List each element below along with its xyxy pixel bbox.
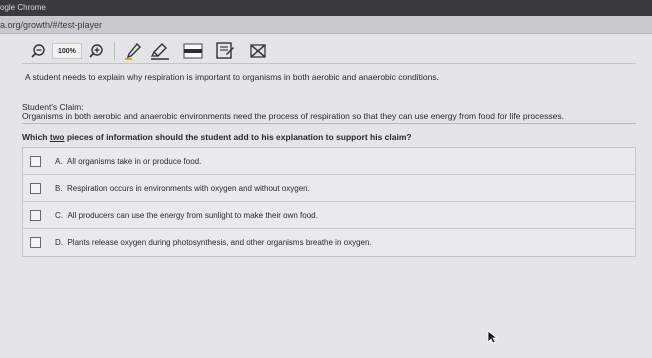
- prompt-emphasis: two: [49, 132, 65, 142]
- test-toolbar: 100%: [22, 38, 636, 64]
- option-b-text: B. Respiration occurs in environments wi…: [55, 184, 310, 193]
- option-c-letter: C.: [55, 210, 63, 220]
- mouse-cursor-icon: [487, 330, 499, 344]
- answer-eliminator-icon: [250, 44, 266, 58]
- answer-eliminator-button[interactable]: [249, 41, 267, 61]
- line-reader-button[interactable]: [183, 41, 203, 61]
- pencil-icon: [124, 42, 141, 60]
- toolbar-divider-line: [22, 63, 636, 64]
- url-text[interactable]: a.org/growth/#/test-player: [0, 20, 102, 30]
- option-d-text: D. Plants release oxygen during photosyn…: [55, 238, 372, 247]
- prompt-text-end: pieces of information should the student…: [64, 132, 412, 142]
- notepad-icon: [216, 42, 234, 59]
- pencil-button[interactable]: [123, 41, 143, 61]
- answer-option-b[interactable]: B. Respiration occurs in environments wi…: [23, 175, 635, 202]
- line-reader-icon: [183, 43, 203, 59]
- checkbox-b[interactable]: [30, 182, 41, 194]
- notepad-button[interactable]: [215, 41, 235, 61]
- zoom-out-icon: [31, 44, 45, 58]
- option-a-text: A. All organisms take in or produce food…: [55, 157, 201, 166]
- option-a-label: All organisms take in or produce food.: [67, 156, 202, 166]
- highlighter-icon: [150, 43, 169, 60]
- option-d-label: Plants release oxygen during photosynthe…: [67, 238, 372, 247]
- checkbox-c[interactable]: [30, 209, 41, 221]
- address-bar[interactable]: a.org/growth/#/test-player: [0, 16, 652, 34]
- question-prompt: Which two pieces of information should t…: [22, 132, 412, 142]
- toolbar-divider: [113, 42, 115, 60]
- option-c-label: All producers can use the energy from su…: [67, 210, 318, 220]
- answer-option-c[interactable]: C. All producers can use the energy from…: [23, 202, 635, 229]
- answer-option-d[interactable]: D. Plants release oxygen during photosyn…: [23, 229, 635, 256]
- zoom-out-button[interactable]: [30, 41, 46, 61]
- zoom-in-icon: [89, 44, 103, 58]
- claim-divider: [22, 123, 636, 124]
- window-title: ogle Chrome: [0, 3, 46, 12]
- option-c-text: C. All producers can use the energy from…: [55, 211, 318, 220]
- answer-options: A. All organisms take in or produce food…: [22, 147, 636, 257]
- highlighter-button[interactable]: [149, 41, 171, 61]
- question-stem: A student needs to explain why respirati…: [25, 72, 439, 82]
- prompt-text-start: Which: [22, 132, 50, 142]
- option-a-letter: A.: [55, 156, 63, 166]
- option-d-letter: D.: [55, 238, 63, 247]
- answer-option-a[interactable]: A. All organisms take in or produce food…: [23, 148, 635, 175]
- test-player: 100% A student needs to explain why resp…: [0, 34, 652, 358]
- zoom-in-button[interactable]: [88, 41, 104, 61]
- option-b-label: Respiration occurs in environments with …: [67, 183, 310, 193]
- option-b-letter: B.: [55, 183, 63, 193]
- checkbox-d[interactable]: [30, 237, 41, 248]
- claim-text: Organisms in both aerobic and anaerobic …: [22, 111, 564, 121]
- browser-title-bar: ogle Chrome: [0, 0, 652, 16]
- checkbox-a[interactable]: [30, 155, 41, 167]
- zoom-level-display: 100%: [52, 43, 82, 59]
